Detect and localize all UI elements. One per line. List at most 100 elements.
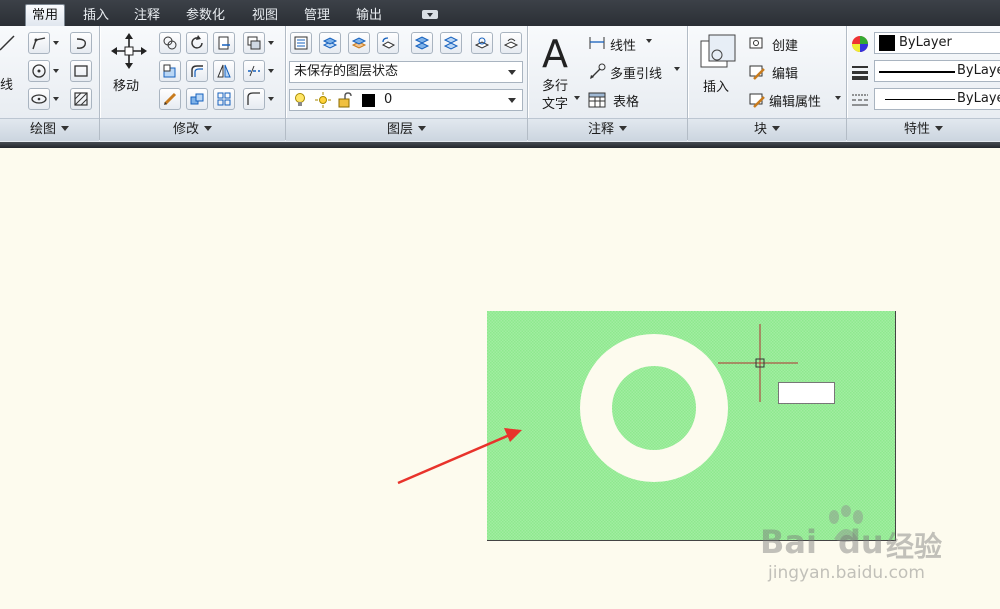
layer-combo[interactable]: 0 <box>289 89 523 111</box>
layer-match-icon <box>351 37 367 49</box>
layer-freeze-button[interactable] <box>471 32 493 54</box>
mtext-dropdown[interactable] <box>573 87 581 109</box>
chevron-down-icon <box>204 126 212 131</box>
stretch-button[interactable] <box>159 60 181 82</box>
layer-previous-button[interactable] <box>377 32 399 54</box>
explode-dropdown[interactable] <box>267 60 275 82</box>
linetype-combo[interactable]: ByLayer <box>874 88 1000 110</box>
panel-title-modify[interactable]: 修改 <box>100 118 285 141</box>
table-label[interactable]: 表格 <box>613 91 639 110</box>
ribbon-minimize-toggle[interactable] <box>422 10 438 19</box>
layer-state-combo[interactable]: 未保存的图层状态 <box>289 61 523 83</box>
linear-label[interactable]: 线性 <box>610 35 636 54</box>
tab-annotate[interactable]: 注释 <box>128 5 166 26</box>
color-wheel-icon[interactable] <box>851 35 869 53</box>
draworder-dropdown[interactable] <box>267 32 275 54</box>
panel-title-layers[interactable]: 图层 <box>286 118 527 141</box>
array-3d-button[interactable] <box>186 88 208 110</box>
color-combo[interactable]: ByLayer <box>874 32 1000 54</box>
array-3d-icon <box>190 93 204 105</box>
dimension-linear-icon[interactable] <box>588 35 606 51</box>
lineweight-icon[interactable] <box>851 63 869 81</box>
ellipse-button[interactable] <box>28 88 50 110</box>
offset-icon <box>247 92 260 105</box>
fillet-button[interactable] <box>186 60 208 82</box>
polyline-icon <box>32 37 46 50</box>
fillet-icon <box>191 65 203 77</box>
mtext-icon[interactable]: A <box>540 33 574 71</box>
create-block-icon[interactable] <box>748 35 766 51</box>
panel-title-annotation-text: 注释 <box>587 122 614 137</box>
mirror-button[interactable] <box>213 60 235 82</box>
copy-button[interactable] <box>159 32 181 54</box>
panel-title-block[interactable]: 块 <box>688 118 846 141</box>
layer-freeze-icon <box>474 37 490 49</box>
lineweight-combo[interactable]: ByLayer <box>874 60 1000 82</box>
panel-title-properties[interactable]: 特性 <box>847 118 1000 141</box>
insert-block-icon[interactable] <box>699 33 737 71</box>
scale-button[interactable] <box>159 88 181 110</box>
panel-title-properties-text: 特性 <box>903 122 930 137</box>
tab-manage[interactable]: 管理 <box>298 5 336 26</box>
multileader-icon[interactable] <box>588 63 606 81</box>
layer-unisolate-button[interactable] <box>440 32 462 54</box>
create-label[interactable]: 创建 <box>772 35 798 54</box>
panel-title-draw[interactable]: 绘图 <box>0 118 99 141</box>
lineweight-preview <box>879 71 955 73</box>
linetype-combo-value: ByLayer <box>957 91 1000 106</box>
linear-dropdown[interactable] <box>645 30 653 52</box>
edit-attribute-icon[interactable] <box>748 91 766 109</box>
trim-icon <box>218 36 230 50</box>
move-icon[interactable] <box>111 32 147 70</box>
tab-output[interactable]: 输出 <box>350 5 388 26</box>
layer-properties-button[interactable] <box>290 32 312 54</box>
edit-label[interactable]: 编辑 <box>772 63 798 82</box>
arc-button[interactable] <box>70 32 92 54</box>
circle-button[interactable] <box>28 60 50 82</box>
draworder-button[interactable] <box>243 32 265 54</box>
polyline-button[interactable] <box>28 32 50 54</box>
chevron-down-icon <box>619 126 627 131</box>
tab-view[interactable]: 视图 <box>246 5 284 26</box>
color-combo-value: ByLayer <box>899 35 952 50</box>
offset-dropdown[interactable] <box>267 88 275 110</box>
copy-icon <box>163 36 177 50</box>
ellipse-dropdown[interactable] <box>52 88 60 110</box>
multileader-label[interactable]: 多重引线 <box>610 63 662 82</box>
array-icon <box>217 92 231 106</box>
offset-button[interactable] <box>243 88 265 110</box>
stretch-icon <box>163 64 176 78</box>
sun-icon <box>315 92 331 108</box>
table-icon[interactable] <box>588 91 606 109</box>
rotate-button[interactable] <box>186 32 208 54</box>
chevron-down-icon <box>935 126 943 131</box>
explode-button[interactable] <box>243 60 265 82</box>
array-button[interactable] <box>213 88 235 110</box>
trim-button[interactable] <box>213 32 235 54</box>
rectangle-button[interactable] <box>70 60 92 82</box>
layer-state-button[interactable] <box>319 32 341 54</box>
tab-insert[interactable]: 插入 <box>77 5 115 26</box>
watermark-brand: Bai <box>760 523 817 561</box>
circle-icon <box>32 64 46 78</box>
hatch-button[interactable] <box>70 88 92 110</box>
tab-home[interactable]: 常用 <box>25 4 66 27</box>
panel-title-annotation[interactable]: 注释 <box>528 118 687 141</box>
linetype-icon[interactable] <box>851 91 869 109</box>
multileader-dropdown[interactable] <box>673 58 681 80</box>
panel-title-layers-text: 图层 <box>386 122 413 137</box>
panel-title-modify-text: 修改 <box>172 122 199 137</box>
edit-block-icon[interactable] <box>748 63 766 81</box>
layer-match-button[interactable] <box>348 32 370 54</box>
layer-off-button[interactable] <box>500 32 522 54</box>
circle-dropdown[interactable] <box>52 60 60 82</box>
hatched-inner-circle[interactable] <box>612 366 696 450</box>
panel-title-block-text: 块 <box>753 122 767 137</box>
tab-parametric[interactable]: 参数化 <box>180 5 231 26</box>
layer-isolate-button[interactable] <box>411 32 433 54</box>
polyline-dropdown[interactable] <box>52 32 60 54</box>
line-icon[interactable] <box>0 32 20 54</box>
edit-attribute-dropdown[interactable] <box>834 87 842 109</box>
explode-icon <box>248 65 260 77</box>
edit-attribute-label[interactable]: 编辑属性 <box>769 91 821 110</box>
